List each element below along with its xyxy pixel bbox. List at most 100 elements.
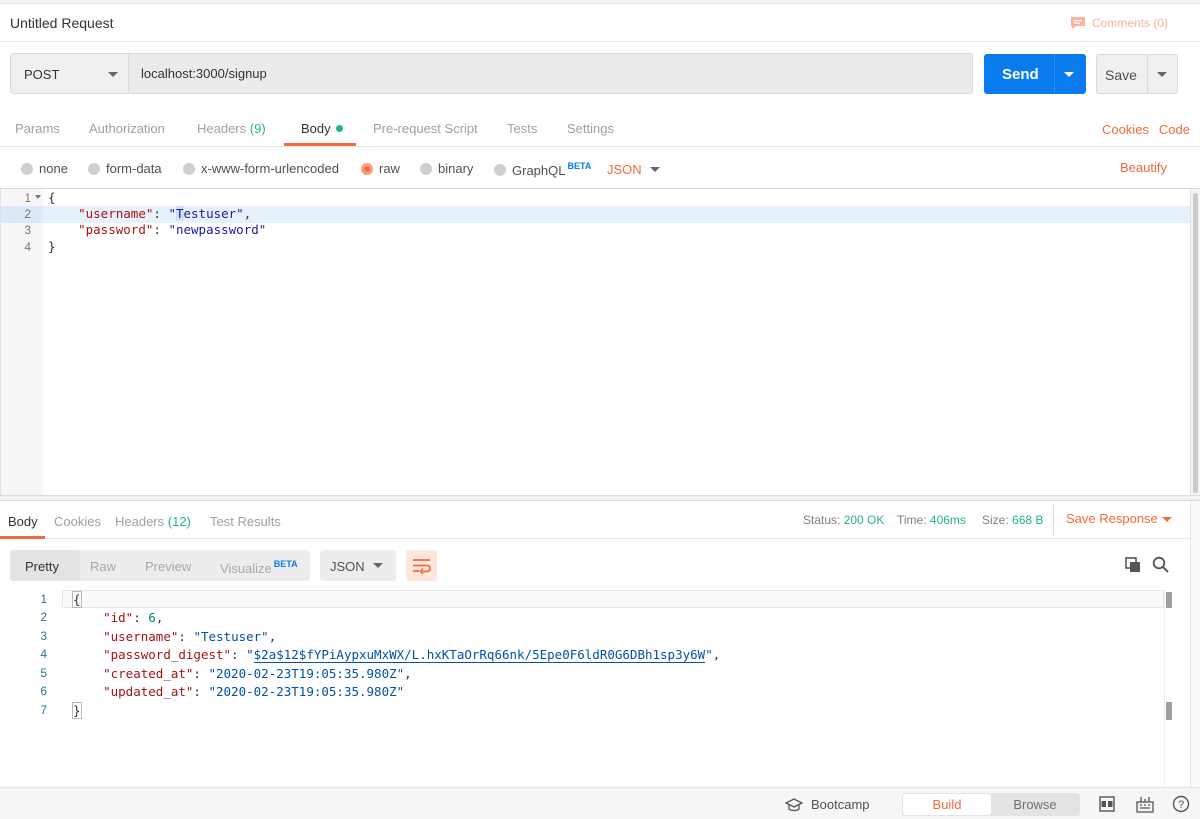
tab-headers-label: Headers xyxy=(197,121,247,136)
copy-icon[interactable] xyxy=(1125,557,1141,573)
send-divider xyxy=(1054,54,1055,94)
request-title[interactable]: Untitled Request xyxy=(10,15,114,31)
beautify-link[interactable]: Beautify xyxy=(1120,160,1167,175)
view-preview[interactable]: Preview xyxy=(145,559,191,574)
view-visualize[interactable]: Visualize BETA xyxy=(220,559,298,576)
code-link[interactable]: Code xyxy=(1159,122,1190,137)
browse-tab[interactable]: Browse xyxy=(991,794,1079,815)
text-cursor: T xyxy=(175,206,184,221)
headers-count: (9) xyxy=(249,121,266,136)
method-select[interactable]: POST xyxy=(10,53,129,94)
tab-settings[interactable]: Settings xyxy=(567,121,614,136)
scrollbar-thumb[interactable] xyxy=(1193,193,1198,493)
size-value: 668 B xyxy=(1012,513,1044,527)
request-body-editor[interactable]: 1 2 3 4 { "username": "Testuser", "passw… xyxy=(0,189,1191,495)
build-tab[interactable]: Build xyxy=(903,794,991,815)
tab-body[interactable]: Body xyxy=(301,121,343,136)
size-readout: Size: 668 B xyxy=(982,513,1043,527)
resp-tab-headers-label: Headers xyxy=(115,514,165,529)
tab-prerequest-script[interactable]: Pre-request Script xyxy=(373,121,478,136)
request-tabs: Params Authorization Headers (9) Body Pr… xyxy=(0,110,1200,147)
radio-circle-selected xyxy=(361,162,373,175)
comments-button[interactable]: Comments (0) xyxy=(1070,16,1168,30)
password-digest-link[interactable]: $2a$12$fYPiAypxuMxWX/L.hxKTaOrRq66nk/5Ep… xyxy=(253,647,706,663)
body-format-select[interactable]: JSON xyxy=(607,162,642,177)
radio-circle xyxy=(183,162,195,175)
line-number: 6 xyxy=(40,684,47,698)
radio-binary[interactable]: binary xyxy=(420,161,473,176)
chevron-down-icon[interactable] xyxy=(1162,517,1172,522)
radio-circle xyxy=(494,163,506,176)
line-number: 7 xyxy=(40,703,47,717)
build-browse-toggle: Build Browse xyxy=(902,793,1080,816)
response-scrollbar[interactable] xyxy=(1164,590,1174,786)
size-label: Size: xyxy=(982,513,1009,527)
line-number: 4 xyxy=(40,647,47,661)
radio-graphql[interactable]: GraphQL BETA xyxy=(494,161,591,178)
current-line-box xyxy=(62,590,1164,608)
response-view-switch: Pretty Raw Preview Visualize BETA xyxy=(10,550,310,581)
radio-urlencoded-label: x-www-form-urlencoded xyxy=(201,161,339,176)
line-number: 3 xyxy=(24,223,31,237)
code-line: "password_digest": "$2a$12$fYPiAypxuMxWX… xyxy=(103,647,721,663)
status-label: Status: xyxy=(803,513,841,527)
resp-tab-cookies[interactable]: Cookies xyxy=(54,514,101,529)
tab-params[interactable]: Params xyxy=(15,121,60,136)
radio-form-data[interactable]: form-data xyxy=(88,161,162,176)
wrap-lines-button[interactable] xyxy=(406,550,437,581)
editor-scrollbar[interactable] xyxy=(1190,189,1200,495)
status-value: 200 OK xyxy=(843,513,885,527)
graphql-label: GraphQL xyxy=(512,163,566,178)
resp-tab-test-results[interactable]: Test Results xyxy=(210,514,281,529)
body-type-bar: none form-data x-www-form-urlencoded raw… xyxy=(0,147,1200,189)
save-divider xyxy=(1147,55,1148,93)
response-format-select[interactable]: JSON xyxy=(320,550,396,581)
keyboard-shortcuts-icon[interactable] xyxy=(1136,796,1154,813)
line-number: 1 xyxy=(40,592,47,606)
radio-circle xyxy=(420,162,432,175)
tab-headers[interactable]: Headers (9) xyxy=(197,121,266,136)
view-pretty[interactable]: Pretty xyxy=(25,559,59,574)
bootcamp-button[interactable]: Bootcamp xyxy=(785,797,870,812)
search-icon[interactable] xyxy=(1152,556,1169,573)
code-line: "username": "Testuser", xyxy=(103,629,277,644)
request-links: Cookies Code xyxy=(1102,122,1190,137)
tab-authorization[interactable]: Authorization xyxy=(89,121,165,136)
right-edge-scrollbar[interactable] xyxy=(1190,501,1200,787)
code-line: "id": 6, xyxy=(103,610,164,625)
send-options-chevron-icon[interactable] xyxy=(1064,72,1074,77)
chevron-down-icon xyxy=(108,72,118,77)
save-options-chevron-icon[interactable] xyxy=(1157,72,1167,77)
two-pane-view-icon[interactable] xyxy=(1099,796,1115,812)
help-icon[interactable]: ? xyxy=(1172,795,1190,813)
line-number: 4 xyxy=(24,240,31,254)
save-response-button[interactable]: Save Response xyxy=(1066,511,1158,526)
radio-raw[interactable]: raw xyxy=(361,161,400,176)
resp-tab-headers[interactable]: Headers (12) xyxy=(115,514,191,529)
code-line: } xyxy=(72,702,82,719)
url-bar xyxy=(129,53,973,94)
cookies-link[interactable]: Cookies xyxy=(1102,122,1149,137)
chevron-down-icon[interactable] xyxy=(650,167,660,172)
radio-none[interactable]: none xyxy=(21,161,68,176)
resp-tab-body[interactable]: Body xyxy=(8,514,38,529)
view-raw[interactable]: Raw xyxy=(90,559,116,574)
tab-tests[interactable]: Tests xyxy=(507,121,537,136)
send-label: Send xyxy=(1002,66,1039,83)
response-body-viewer[interactable]: 1 2 3 4 5 6 7 { "id": 6, "username": "Te… xyxy=(0,590,1200,786)
body-indicator-dot xyxy=(335,125,343,132)
comment-icon xyxy=(1070,17,1085,29)
line-number: 1 xyxy=(24,191,31,205)
save-button[interactable]: Save xyxy=(1096,54,1178,94)
tab-body-label: Body xyxy=(301,121,331,136)
beta-badge: BETA xyxy=(567,161,592,171)
radio-circle xyxy=(88,162,100,175)
graduation-cap-icon xyxy=(785,797,803,811)
send-button[interactable]: Send xyxy=(984,54,1086,94)
url-input[interactable] xyxy=(129,54,972,93)
code-line: "username": "Testuser", xyxy=(78,206,252,221)
scroll-marker xyxy=(1166,592,1172,608)
line-number: 5 xyxy=(40,666,47,680)
fold-arrow-icon[interactable] xyxy=(35,195,41,199)
radio-urlencoded[interactable]: x-www-form-urlencoded xyxy=(183,161,339,176)
